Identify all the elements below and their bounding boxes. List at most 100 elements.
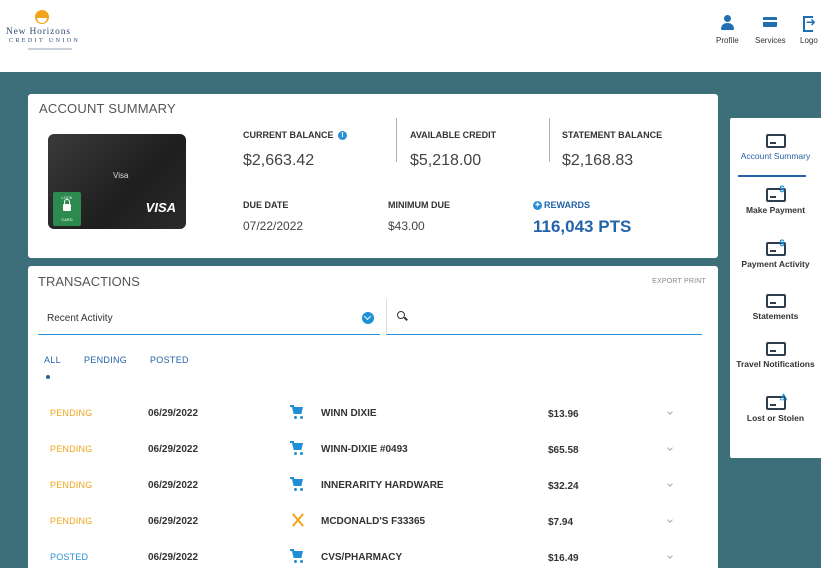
card-brand-small: Visa — [113, 171, 129, 180]
sidenav-item-account-summary[interactable]: Account Summary — [730, 134, 821, 161]
sidenav-item-lost-or-stolen[interactable]: ⚠ Lost or Stolen — [730, 392, 821, 423]
cart-icon — [290, 548, 306, 564]
divider — [549, 118, 550, 162]
credit-card-image: Visa VISA LOCK CARD — [48, 134, 186, 229]
account-summary-icon — [765, 134, 786, 148]
table-row[interactable]: PENDING 06/29/2022 WINN-DIXIE #0493 $65.… — [28, 436, 718, 466]
transaction-date: 06/29/2022 — [148, 444, 199, 455]
sidenav-item-label: Travel Notifications — [736, 359, 815, 369]
services-link[interactable]: Services — [755, 14, 786, 45]
profile-link[interactable]: Profile — [716, 14, 739, 45]
chevron-down-icon[interactable] — [667, 481, 673, 487]
services-icon — [762, 14, 778, 30]
due-date-value: 07/22/2022 — [243, 219, 304, 233]
transactions-title: TRANSACTIONS — [38, 274, 140, 289]
brand-name: New Horizons — [6, 27, 71, 37]
chevron-down-icon[interactable] — [667, 445, 673, 451]
transaction-date: 06/29/2022 — [148, 552, 199, 563]
minimum-due-label: MINIMUM DUE — [388, 200, 450, 210]
transaction-status: PENDING — [50, 480, 93, 490]
tab-all[interactable]: ALL — [44, 355, 61, 365]
table-row[interactable]: PENDING 06/29/2022 MCDONALD'S F33365 $7.… — [28, 508, 718, 538]
rewards-label[interactable]: ✦ REWARDS — [533, 200, 590, 210]
transaction-status: PENDING — [50, 444, 93, 454]
chevron-down-icon[interactable] — [667, 553, 673, 559]
transaction-amount: $7.94 — [548, 517, 574, 528]
tab-posted[interactable]: POSTED — [150, 355, 189, 365]
statement-balance-value: $2,168.83 — [562, 152, 634, 169]
current-balance-label-text: CURRENT BALANCE — [243, 130, 334, 140]
minimum-due-value: $43.00 — [388, 219, 425, 233]
current-balance-label: CURRENT BALANCE i — [243, 130, 348, 140]
make-payment-icon: $ — [765, 184, 786, 202]
transaction-merchant: WINN-DIXIE #0493 — [321, 444, 408, 455]
lock-card-button[interactable]: LOCK CARD — [53, 192, 81, 226]
sidenav-item-make-payment[interactable]: $ Make Payment — [730, 184, 821, 215]
activity-filter-value: Recent Activity — [47, 313, 113, 324]
transaction-status: POSTED — [50, 552, 89, 562]
brand-subname: CREDIT UNION — [9, 38, 81, 44]
cart-icon — [290, 440, 306, 456]
logout-link[interactable]: Logo — [800, 14, 818, 45]
profile-label: Profile — [716, 36, 739, 45]
cart-icon — [290, 404, 306, 420]
card-brand-logo: VISA — [145, 200, 176, 215]
transaction-merchant: WINN DIXIE — [321, 408, 377, 419]
search-icon — [397, 311, 405, 319]
sidenav-item-label: Payment Activity — [741, 259, 810, 269]
profile-icon — [719, 14, 735, 30]
transaction-amount: $16.49 — [548, 553, 579, 564]
transaction-date: 06/29/2022 — [148, 408, 199, 419]
chevron-down-icon — [362, 312, 374, 324]
chevron-down-icon[interactable] — [667, 517, 673, 523]
tab-pending[interactable]: PENDING — [84, 355, 127, 365]
available-credit-value: $5,218.00 — [410, 152, 482, 169]
transaction-date: 06/29/2022 — [148, 516, 199, 527]
dining-icon — [290, 512, 306, 528]
transaction-search-input[interactable] — [386, 299, 702, 335]
chevron-down-icon[interactable] — [667, 409, 673, 415]
rewards-label-text: REWARDS — [544, 200, 591, 210]
transaction-date: 06/29/2022 — [148, 480, 199, 491]
sidenav-item-label: Statements — [752, 311, 799, 321]
available-credit-label: AVAILABLE CREDIT — [410, 130, 497, 140]
lost-or-stolen-icon: ⚠ — [765, 392, 788, 410]
info-icon[interactable]: i — [338, 131, 348, 140]
transactions-panel: TRANSACTIONS EXPORT PRINT Recent Activit… — [28, 266, 718, 568]
due-date-label: DUE DATE — [243, 200, 289, 210]
services-label: Services — [755, 36, 786, 45]
lock-card-label-bottom: CARD — [61, 217, 73, 222]
account-summary-panel: ACCOUNT SUMMARY Visa VISA LOCK CARD CURR… — [28, 94, 718, 258]
table-row[interactable]: POSTED 06/29/2022 CVS/PHARMACY $16.49 — [28, 544, 718, 568]
transaction-amount: $32.24 — [548, 481, 579, 492]
statement-balance-label: STATEMENT BALANCE — [562, 130, 663, 140]
transaction-merchant: CVS/PHARMACY — [321, 552, 403, 563]
transaction-status: PENDING — [50, 408, 93, 418]
export-print-links[interactable]: EXPORT PRINT — [652, 278, 706, 285]
rewards-value: 116,043 PTS — [533, 217, 632, 236]
transaction-amount: $13.96 — [548, 409, 579, 420]
divider — [396, 118, 397, 162]
travel-notifications-icon — [765, 342, 786, 356]
table-row[interactable]: PENDING 06/29/2022 INNERARITY HARDWARE $… — [28, 472, 718, 502]
account-summary-title: ACCOUNT SUMMARY — [39, 101, 176, 116]
logout-label: Logo — [800, 36, 818, 45]
sidenav-item-statements[interactable]: Statements — [730, 294, 821, 321]
table-row[interactable]: PENDING 06/29/2022 WINN DIXIE $13.96 — [28, 400, 718, 430]
sidenav-item-payment-activity[interactable]: $ Payment Activity — [730, 238, 821, 269]
activity-filter-select[interactable]: Recent Activity — [38, 299, 380, 335]
rewards-icon: ✦ — [533, 201, 542, 210]
sidenav-item-label: Lost or Stolen — [746, 413, 805, 423]
top-header: New Horizons CREDIT UNION Profile Servic… — [0, 0, 821, 72]
current-balance-value: $2,663.42 — [243, 152, 315, 169]
transaction-merchant: INNERARITY HARDWARE — [321, 480, 444, 491]
active-tab-indicator — [46, 375, 50, 379]
brand-tagline — [28, 48, 72, 50]
brand-logo[interactable]: New Horizons CREDIT UNION — [6, 8, 116, 66]
sidenav-item-travel-notifications[interactable]: Travel Notifications — [730, 342, 821, 369]
sidenav-item-label: Account Summary — [740, 151, 811, 161]
sidenav-item-label: Make Payment — [745, 205, 806, 215]
transaction-merchant: MCDONALD'S F33365 — [321, 516, 426, 527]
statements-icon — [765, 294, 786, 308]
padlock-icon — [63, 199, 71, 211]
